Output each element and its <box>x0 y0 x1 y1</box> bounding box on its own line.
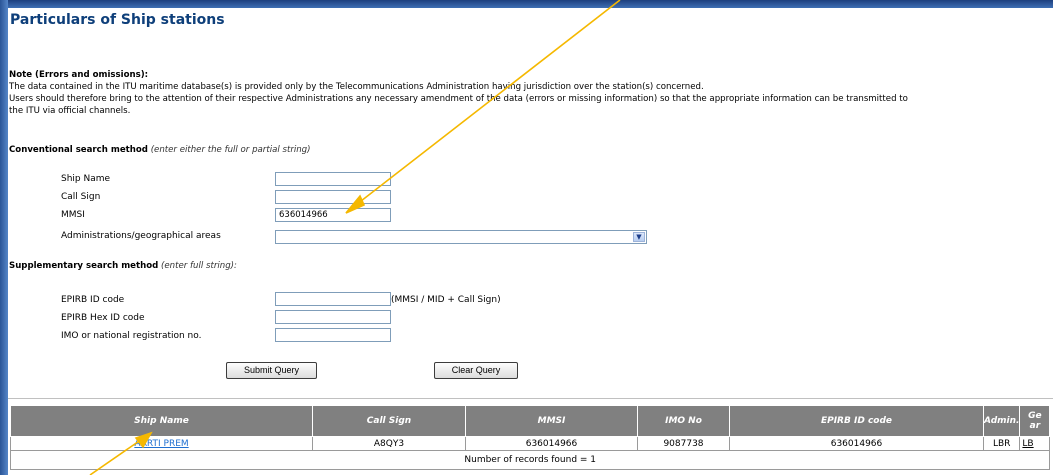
mmsi-input[interactable]: 636014966 <box>275 208 391 222</box>
supplementary-search-heading: Supplementary search method (enter full … <box>9 261 237 271</box>
col-admin[interactable]: Admin. <box>982 405 1021 437</box>
col-geo-area[interactable]: Ge ar <box>1019 405 1051 437</box>
note-heading: Note (Errors and omissions): <box>9 70 149 80</box>
epirb-id-input[interactable] <box>275 292 391 306</box>
page-title: Particulars of Ship stations <box>10 12 225 28</box>
records-count-row: Number of records found = 1 <box>9 450 1051 470</box>
note-line-1: The data contained in the ITU maritime d… <box>9 82 704 92</box>
cell-imo: 9087738 <box>637 436 730 451</box>
supplementary-hint: (enter full string): <box>161 261 237 271</box>
col-mmsi[interactable]: MMSI <box>465 405 638 437</box>
imo-label: IMO or national registration no. <box>61 331 202 341</box>
cell-geo-area: LB <box>1019 436 1051 451</box>
cell-admin: LBR <box>982 436 1021 451</box>
note-block: Note (Errors and omissions): The data co… <box>9 69 1053 117</box>
col-call-sign[interactable]: Call Sign <box>312 405 466 437</box>
ship-name-link[interactable]: AARTI PREM <box>134 439 188 449</box>
epirb-hex-label: EPIRB Hex ID code <box>61 313 145 323</box>
top-frame-bar <box>0 0 1053 8</box>
supplementary-title: Supplementary search method <box>9 261 159 271</box>
col-geo-area-line1: Ge <box>1028 411 1042 421</box>
cell-call-sign: A8QY3 <box>312 436 466 451</box>
chevron-down-icon[interactable]: ▼ <box>633 232 645 242</box>
administrations-select[interactable]: ▼ <box>275 230 647 244</box>
submit-query-button[interactable]: Submit Query <box>226 362 317 379</box>
epirb-id-label: EPIRB ID code <box>61 295 125 305</box>
table-row: AARTI PREM A8QY3 636014966 9087738 63601… <box>10 436 1051 451</box>
content-area: Particulars of Ship stations Note (Error… <box>8 8 1053 475</box>
cell-mmsi: 636014966 <box>465 436 638 451</box>
results-table: Ship Name Call Sign MMSI IMO No EPIRB ID… <box>9 405 1051 470</box>
conventional-hint: (enter either the full or partial string… <box>150 145 311 155</box>
conventional-search-heading: Conventional search method (enter either… <box>9 145 311 155</box>
geo-area-link[interactable]: LB <box>1022 439 1033 449</box>
call-sign-input[interactable] <box>275 190 391 204</box>
clear-query-button[interactable]: Clear Query <box>434 362 518 379</box>
divider <box>8 398 1053 399</box>
col-imo-no[interactable]: IMO No <box>637 405 730 437</box>
epirb-id-format-hint: (MMSI / MID + Call Sign) <box>391 295 501 305</box>
left-frame-bar <box>0 0 8 475</box>
conventional-title: Conventional search method <box>9 145 148 155</box>
mmsi-label: MMSI <box>61 210 85 220</box>
call-sign-label: Call Sign <box>61 192 101 202</box>
note-line-2: Users should therefore bring to the atte… <box>9 94 908 104</box>
results-header-row: Ship Name Call Sign MMSI IMO No EPIRB ID… <box>10 405 1051 437</box>
note-line-3: the ITU via official channels. <box>9 106 131 116</box>
cell-ship-name: AARTI PREM <box>10 436 313 451</box>
ship-name-label: Ship Name <box>61 174 111 184</box>
imo-input[interactable] <box>275 328 391 342</box>
col-ship-name[interactable]: Ship Name <box>10 405 313 437</box>
cell-epirb: 636014966 <box>729 436 984 451</box>
ship-name-input[interactable] <box>275 172 391 186</box>
administrations-label: Administrations/geographical areas <box>61 231 221 241</box>
epirb-hex-input[interactable] <box>275 310 391 324</box>
col-geo-area-line2: ar <box>1029 421 1041 431</box>
col-epirb-id[interactable]: EPIRB ID code <box>729 405 984 437</box>
records-count: Number of records found = 1 <box>9 450 1051 470</box>
